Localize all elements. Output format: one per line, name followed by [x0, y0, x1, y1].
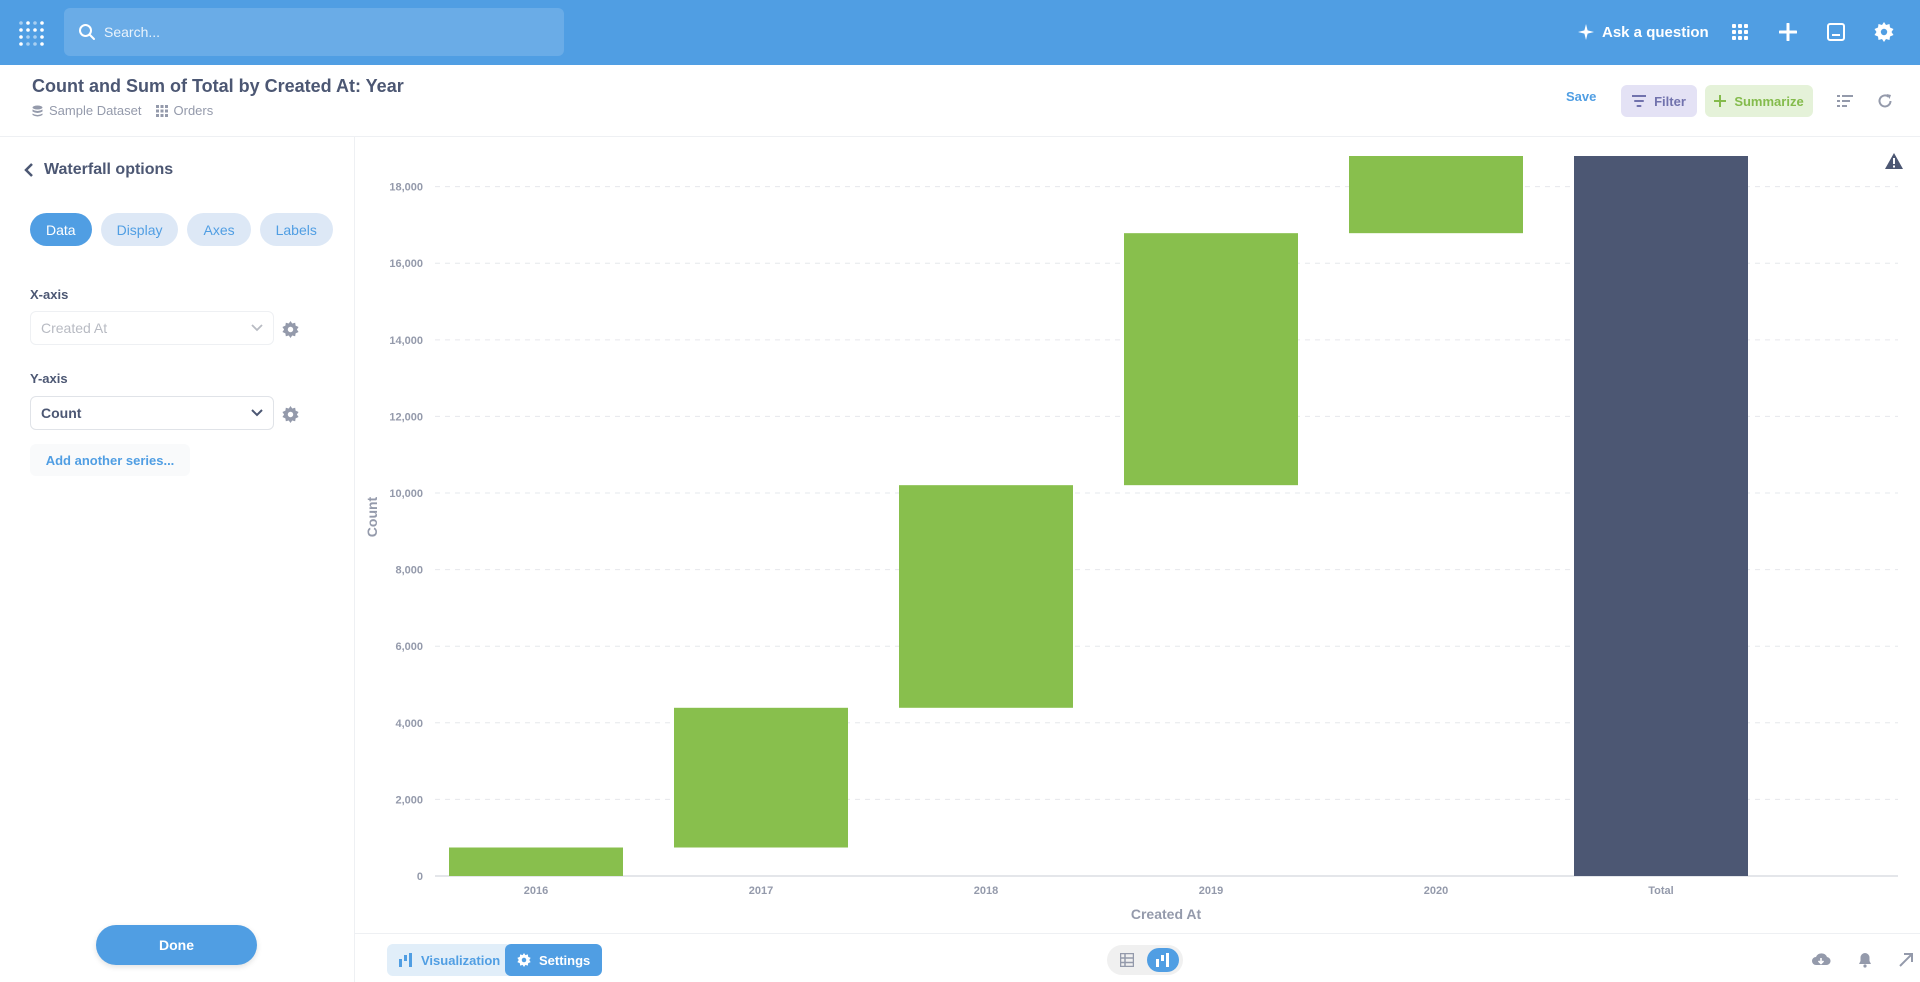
y-axis-select[interactable]: Count	[30, 396, 274, 430]
question-header: Count and Sum of Total by Created At: Ye…	[0, 65, 1920, 137]
x-axis-value: Created At	[41, 320, 108, 336]
x-tick-label: Total	[1648, 885, 1673, 897]
plus-icon[interactable]	[1776, 20, 1800, 44]
chart-settings-sidebar: Waterfall options Data Display Axes Labe…	[0, 137, 355, 982]
done-button[interactable]: Done	[96, 925, 257, 965]
x-axis-title: Created At	[1131, 906, 1202, 922]
y-tick-label: 6,000	[395, 641, 423, 653]
x-axis-select[interactable]: Created At	[30, 311, 274, 345]
y-tick-label: 4,000	[395, 718, 423, 730]
filter-button[interactable]: Filter	[1621, 85, 1697, 117]
y-tick-label: 10,000	[389, 488, 423, 500]
y-tick-label: 16,000	[389, 258, 423, 270]
question-title[interactable]: Count and Sum of Total by Created At: Ye…	[32, 76, 404, 97]
expand-arrow-icon[interactable]	[1896, 950, 1916, 970]
x-tick-label: 2016	[524, 885, 548, 897]
bar-2020	[1349, 156, 1523, 234]
refresh-icon[interactable]	[1875, 91, 1895, 111]
bar-2017	[674, 707, 848, 848]
view-footer: Visualization Settings	[355, 933, 1920, 982]
apps-grid-icon[interactable]	[1728, 20, 1752, 44]
list-icon[interactable]	[1835, 91, 1855, 111]
x-axis-label: X-axis	[30, 287, 69, 302]
visualization-label: Visualization	[421, 952, 501, 968]
bar-2018	[899, 485, 1073, 708]
sparkle-icon	[1578, 24, 1594, 40]
y-tick-label: 18,000	[389, 182, 423, 194]
settings-button[interactable]: Settings	[505, 944, 603, 976]
top-navigation-bar: Ask a question	[0, 0, 1920, 65]
chevron-left-icon	[24, 163, 33, 177]
search-input[interactable]	[104, 8, 554, 56]
visualization-button[interactable]: Visualization	[387, 944, 513, 976]
ask-question-label: Ask a question	[1602, 23, 1709, 41]
bar-2019	[1124, 233, 1298, 486]
x-tick-label: 2018	[974, 885, 998, 897]
bar-total	[1574, 156, 1748, 876]
search-bar[interactable]	[64, 8, 564, 56]
waterfall-chart: 0 2,000 4,000 6,000 8,000 10,000 12,000 14,000 1…	[355, 137, 1920, 933]
chart-view-icon[interactable]	[1147, 948, 1179, 972]
y-tick-label: 14,000	[389, 335, 423, 347]
breadcrumb-database[interactable]: Sample Dataset	[32, 103, 142, 118]
tab-axes[interactable]: Axes	[187, 213, 251, 246]
database-icon	[32, 105, 43, 116]
gear-icon[interactable]	[1872, 20, 1896, 44]
x-axis-settings-gear-icon[interactable]	[280, 319, 300, 339]
waterfall-options-back[interactable]: Waterfall options	[24, 161, 173, 179]
bell-icon[interactable]	[1855, 950, 1875, 970]
waterfall-chart-svg: 0 2,000 4,000 6,000 8,000 10,000 12,000 14,000 1…	[364, 156, 1898, 922]
plus-icon	[1714, 95, 1727, 107]
summarize-button[interactable]: Summarize	[1705, 85, 1813, 117]
tab-display[interactable]: Display	[100, 213, 179, 246]
summarize-label: Summarize	[1734, 93, 1804, 109]
filter-icon	[1632, 95, 1647, 107]
settings-label: Settings	[539, 952, 591, 968]
bar-2016	[449, 847, 623, 876]
warning-icon[interactable]	[1884, 152, 1904, 172]
x-tick-label: 2020	[1424, 885, 1448, 897]
ask-question-button[interactable]: Ask a question	[1578, 20, 1709, 44]
y-tick-label: 8,000	[395, 565, 423, 577]
gear-icon	[517, 953, 531, 967]
database-name: Sample Dataset	[49, 103, 142, 118]
breadcrumb: Sample Dataset Orders	[32, 103, 213, 118]
notebook-icon[interactable]	[1824, 20, 1848, 44]
metabase-logo-icon[interactable]	[18, 20, 46, 46]
y-axis-title: Count	[364, 496, 380, 537]
chevron-down-icon	[251, 409, 263, 417]
x-tick-label: 2019	[1199, 885, 1223, 897]
table-chart-toggle	[1107, 945, 1183, 975]
tab-labels[interactable]: Labels	[259, 213, 333, 246]
settings-tabs: Data Display Axes Labels	[30, 213, 333, 246]
breadcrumb-table[interactable]: Orders	[155, 103, 214, 118]
y-axis-label: Y-axis	[30, 371, 68, 386]
y-tick-label: 12,000	[389, 411, 423, 423]
y-tick-label: 2,000	[395, 794, 423, 806]
download-icon[interactable]	[1811, 950, 1831, 970]
filter-label: Filter	[1654, 93, 1686, 109]
y-axis-value: Count	[41, 405, 82, 421]
x-tick-label: 2017	[749, 885, 773, 897]
search-icon	[79, 24, 95, 40]
tab-data[interactable]: Data	[30, 213, 92, 246]
add-series-button[interactable]: Add another series...	[30, 444, 190, 476]
y-tick-label: 0	[417, 871, 423, 883]
table-name: Orders	[173, 103, 214, 118]
table-grid-icon	[155, 104, 168, 117]
sidebar-title: Waterfall options	[44, 161, 174, 178]
waterfall-icon	[399, 953, 412, 967]
chevron-down-icon	[251, 324, 263, 332]
y-axis-settings-gear-icon[interactable]	[280, 404, 300, 424]
table-view-icon[interactable]	[1111, 948, 1143, 972]
save-button[interactable]: Save	[1566, 89, 1596, 104]
